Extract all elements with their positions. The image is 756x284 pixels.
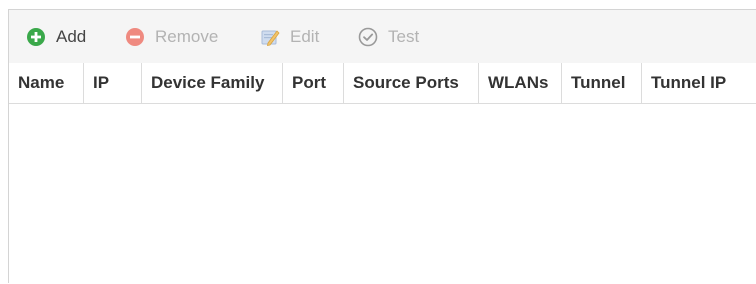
column-header-source-ports[interactable]: Source Ports — [344, 63, 479, 103]
remove-button[interactable]: Remove — [125, 25, 218, 49]
remove-button-label: Remove — [155, 27, 219, 46]
column-header-tunnel-ip[interactable]: Tunnel IP — [642, 63, 756, 103]
add-button-label: Add — [56, 27, 87, 46]
add-circle-icon — [27, 28, 45, 46]
toolbar: Add Remove Edit Test — [9, 10, 756, 64]
edit-pencil-icon — [261, 30, 280, 47]
column-header-wlans[interactable]: WLANs — [479, 63, 562, 103]
test-button-label: Test — [388, 27, 420, 46]
column-header-device-family[interactable]: Device Family — [142, 63, 283, 103]
edit-button-label: Edit — [290, 27, 320, 46]
column-header-ip[interactable]: IP — [84, 63, 142, 103]
edit-button[interactable]: Edit — [260, 25, 319, 49]
grid-header: Name IP Device Family Port Source Ports … — [9, 63, 756, 104]
check-circle-icon — [358, 27, 378, 47]
column-header-port[interactable]: Port — [283, 63, 344, 103]
grid-body — [9, 104, 756, 284]
add-button[interactable]: Add — [26, 25, 86, 49]
column-header-name[interactable]: Name — [9, 63, 84, 103]
remove-circle-icon — [126, 28, 144, 46]
test-button[interactable]: Test — [358, 25, 419, 49]
column-header-tunnel[interactable]: Tunnel — [562, 63, 642, 103]
device-grid-panel: Add Remove Edit Test Name IP Device Fami… — [8, 9, 756, 284]
